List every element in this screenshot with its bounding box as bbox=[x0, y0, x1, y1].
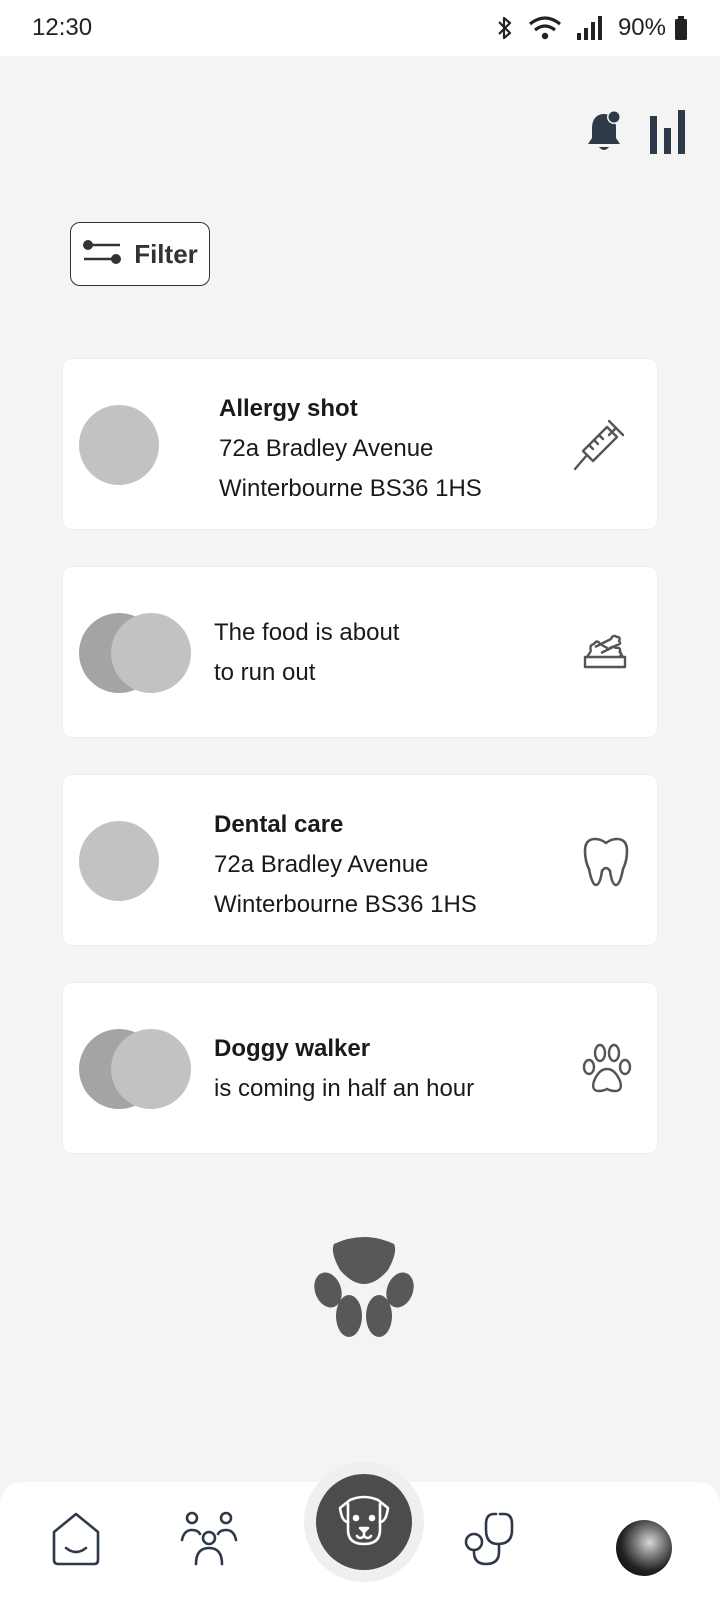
avatar bbox=[111, 1029, 191, 1109]
dog-button[interactable] bbox=[316, 1474, 412, 1570]
paw-logo-icon bbox=[314, 1236, 414, 1345]
signal-icon bbox=[576, 15, 604, 41]
stats-icon[interactable] bbox=[648, 108, 688, 159]
card-text: Doggy walker is coming in half an hour bbox=[214, 1029, 474, 1109]
paw-icon bbox=[581, 1043, 633, 1100]
wifi-icon bbox=[528, 15, 562, 41]
card-line: to run out bbox=[214, 659, 316, 686]
battery-icon bbox=[674, 15, 688, 41]
status-icons: 90% bbox=[496, 14, 688, 42]
filter-label: Filter bbox=[134, 238, 198, 269]
stethoscope-icon[interactable] bbox=[460, 1510, 520, 1571]
profile-avatar[interactable] bbox=[616, 1520, 672, 1576]
food-bowl-icon bbox=[581, 631, 629, 678]
filter-button[interactable]: Filter bbox=[70, 222, 210, 286]
avatar-group bbox=[79, 1029, 191, 1109]
card-line: The food is about bbox=[214, 619, 400, 646]
syringe-icon bbox=[571, 417, 627, 478]
dog-icon bbox=[336, 1494, 392, 1551]
bluetooth-icon bbox=[496, 15, 514, 41]
card-line: Winterbourne BS36 1HS bbox=[219, 475, 482, 502]
people-icon[interactable] bbox=[180, 1510, 238, 1571]
status-time: 12:30 bbox=[32, 14, 93, 41]
card-line: 72a Bradley Avenue bbox=[214, 851, 429, 878]
battery-percent: 90% bbox=[617, 14, 666, 41]
card-line: is coming in half an hour bbox=[214, 1075, 475, 1102]
card-text: The food is about to run out bbox=[214, 613, 399, 693]
notification-bell-icon[interactable] bbox=[584, 108, 624, 159]
card-dental-care[interactable]: Dental care 72a Bradley Avenue Winterbou… bbox=[62, 774, 658, 946]
tooth-icon bbox=[581, 835, 631, 894]
avatar bbox=[111, 613, 191, 693]
status-bar: 12:30 90% bbox=[0, 0, 720, 56]
avatar bbox=[79, 405, 159, 485]
card-title: Dental care bbox=[214, 811, 344, 838]
home-icon[interactable] bbox=[50, 1510, 102, 1571]
card-food[interactable]: The food is about to run out bbox=[62, 566, 658, 738]
card-line: 72a Bradley Avenue bbox=[219, 435, 434, 462]
bottom-nav bbox=[0, 1462, 720, 1600]
sliders-icon bbox=[82, 239, 122, 270]
avatar bbox=[79, 821, 159, 901]
card-title: Allergy shot bbox=[219, 395, 358, 422]
card-text: Allergy shot 72a Bradley Avenue Winterbo… bbox=[219, 389, 482, 509]
header-actions bbox=[584, 108, 688, 159]
card-text: Dental care 72a Bradley Avenue Winterbou… bbox=[214, 805, 477, 925]
card-line: Winterbourne BS36 1HS bbox=[214, 891, 477, 918]
card-title: Doggy walker bbox=[214, 1035, 371, 1062]
avatar-group bbox=[79, 613, 191, 693]
card-allergy-shot[interactable]: Allergy shot 72a Bradley Avenue Winterbo… bbox=[62, 358, 658, 530]
card-doggy-walker[interactable]: Doggy walker is coming in half an hour bbox=[62, 982, 658, 1154]
